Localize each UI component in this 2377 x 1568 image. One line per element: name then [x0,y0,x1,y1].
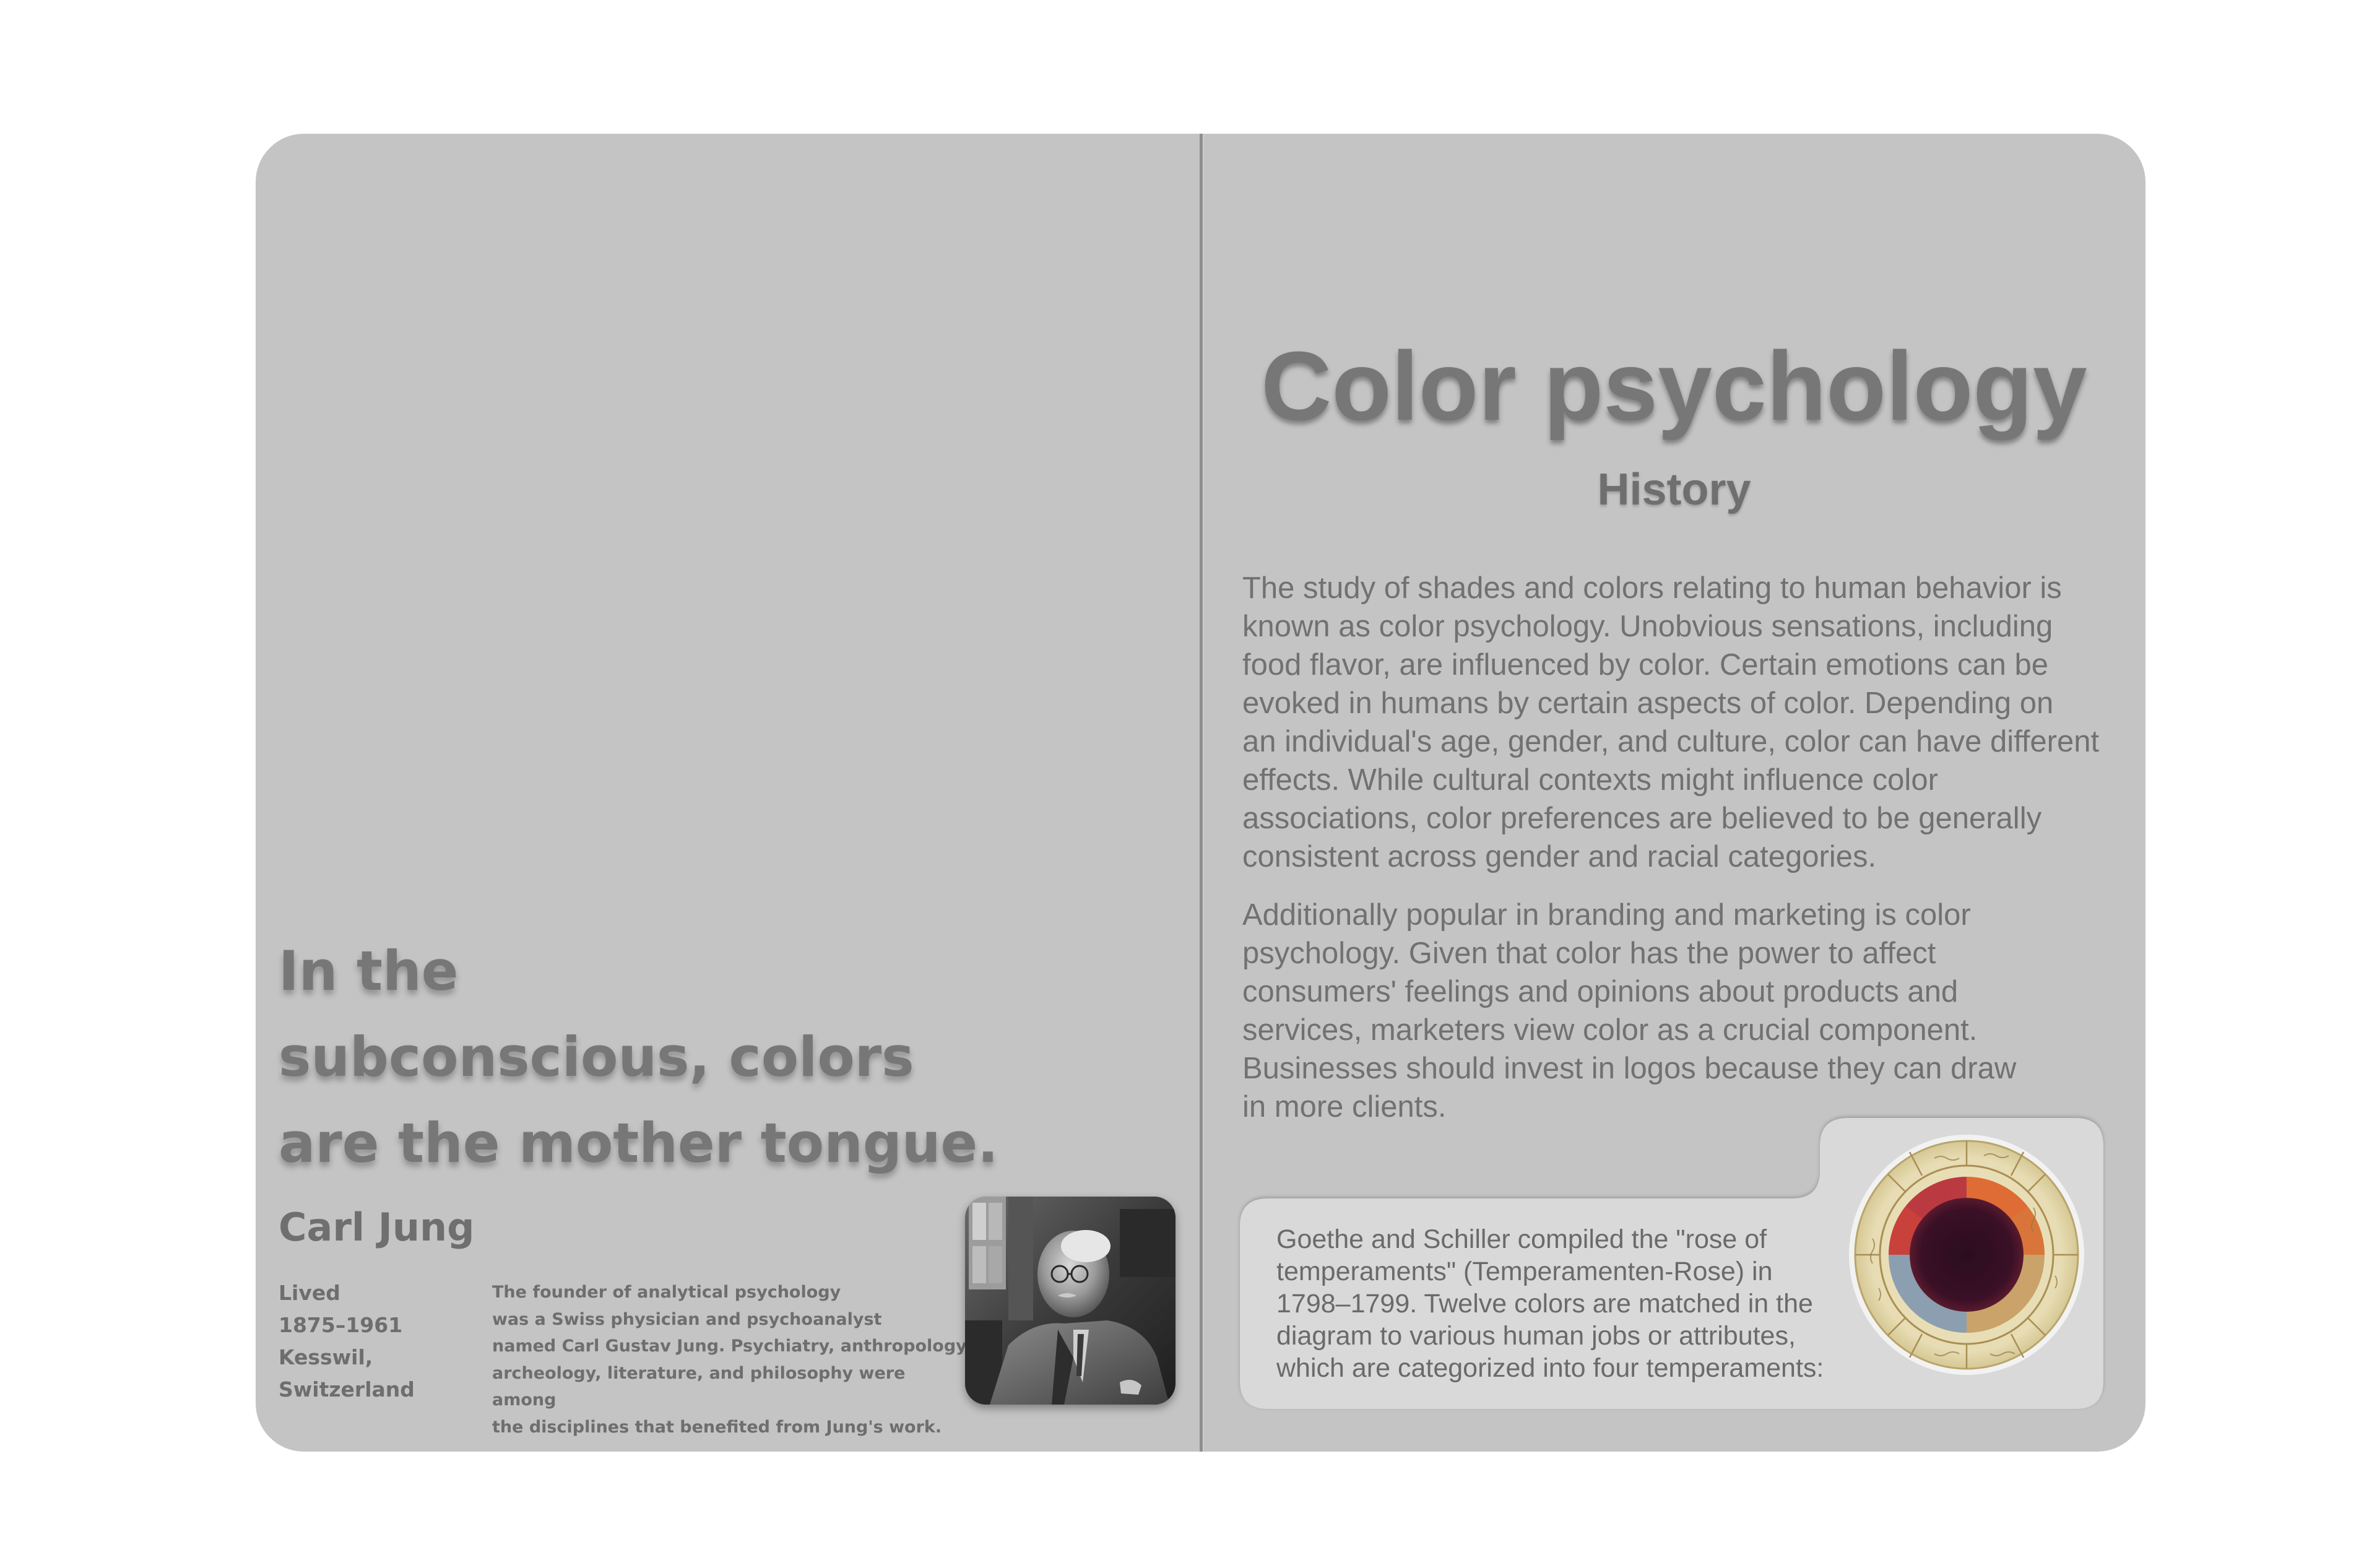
left-page: In the subconscious, colors are the moth… [256,134,1200,1452]
paragraph-line: Businesses should invest in logos becaus… [1242,1052,2017,1085]
bio-line: was a Swiss physician and psychoanalyst [492,1309,882,1329]
paragraph-2: Additionally popular in branding and mar… [1242,896,2121,1126]
paragraph-line: psychology. Given that color has the pow… [1242,937,1936,970]
paragraph-line: effects. While cultural contexts might i… [1242,763,1938,797]
lived-years: 1875–1961 [279,1313,403,1337]
lived-info: Lived 1875–1961 Kesswil, Switzerland [279,1277,464,1406]
bio-line: the disciplines that benefited from Jung… [492,1417,942,1437]
card-line: diagram to various human jobs or attribu… [1276,1321,1796,1351]
rose-of-temperaments-card: Goethe and Schiller compiled the "rose o… [1240,1118,2103,1409]
paragraph-line: consistent across gender and racial cate… [1242,840,1877,873]
quote-author: Carl Jung [279,1205,475,1250]
paragraph-line: known as color psychology. Unobvious sen… [1242,610,2053,643]
quote-line: subconscious, colors [279,1025,914,1089]
bio-line: archeology, literature, and philosophy w… [492,1363,906,1410]
bio-line: The founder of analytical psychology [492,1283,841,1302]
page-title: Color psychology [1261,332,2087,441]
paragraph-1: The study of shades and colors relating … [1242,569,2121,876]
portrait-photo-icon [965,1197,1176,1405]
card-line: Goethe and Schiller compiled the "rose o… [1276,1224,1767,1254]
card-line: which are categorized into four temperam… [1276,1353,1824,1383]
quote-line: In the [279,939,459,1003]
paragraph-line: associations, color preferences are beli… [1242,802,2042,835]
jung-quote: In the subconscious, colors are the moth… [279,928,1052,1186]
paragraph-line: consumers' feelings and opinions about p… [1242,975,1959,1008]
paragraph-line: Additionally popular in branding and mar… [1242,898,1971,932]
bio-line: named Carl Gustav Jung. Psychiatry, anth… [492,1336,972,1356]
paragraph-line: evoked in humans by certain aspects of c… [1242,687,2054,720]
lived-place-city: Kesswil, [279,1345,373,1369]
card-line: 1798–1799. Twelve colors are matched in … [1276,1289,1813,1319]
card-text: Goethe and Schiller compiled the "rose o… [1276,1223,1846,1384]
paragraph-line: services, marketers view color as a cruc… [1242,1013,1978,1047]
card-line: temperaments" (Temperamenten-Rose) in [1276,1257,1773,1286]
jung-portrait [965,1197,1176,1405]
paragraph-line: an individual's age, gender, and culture… [1242,725,2100,758]
lived-place-country: Switzerland [279,1377,415,1401]
paragraph-line: food flavor, are influenced by color. Ce… [1242,648,2048,682]
paragraph-line: The study of shades and colors relating … [1242,571,2062,605]
right-page: Color psychology History The study of sh… [1203,134,2145,1452]
quote-line: are the mother tongue. [279,1111,998,1175]
book-spread: In the subconscious, colors are the moth… [256,134,2145,1452]
rose-of-temperaments-icon [1849,1135,2084,1375]
section-subtitle: History [1597,465,1751,514]
lived-label: Lived [279,1281,340,1305]
jung-bio: The founder of analytical psychology was… [492,1279,975,1440]
